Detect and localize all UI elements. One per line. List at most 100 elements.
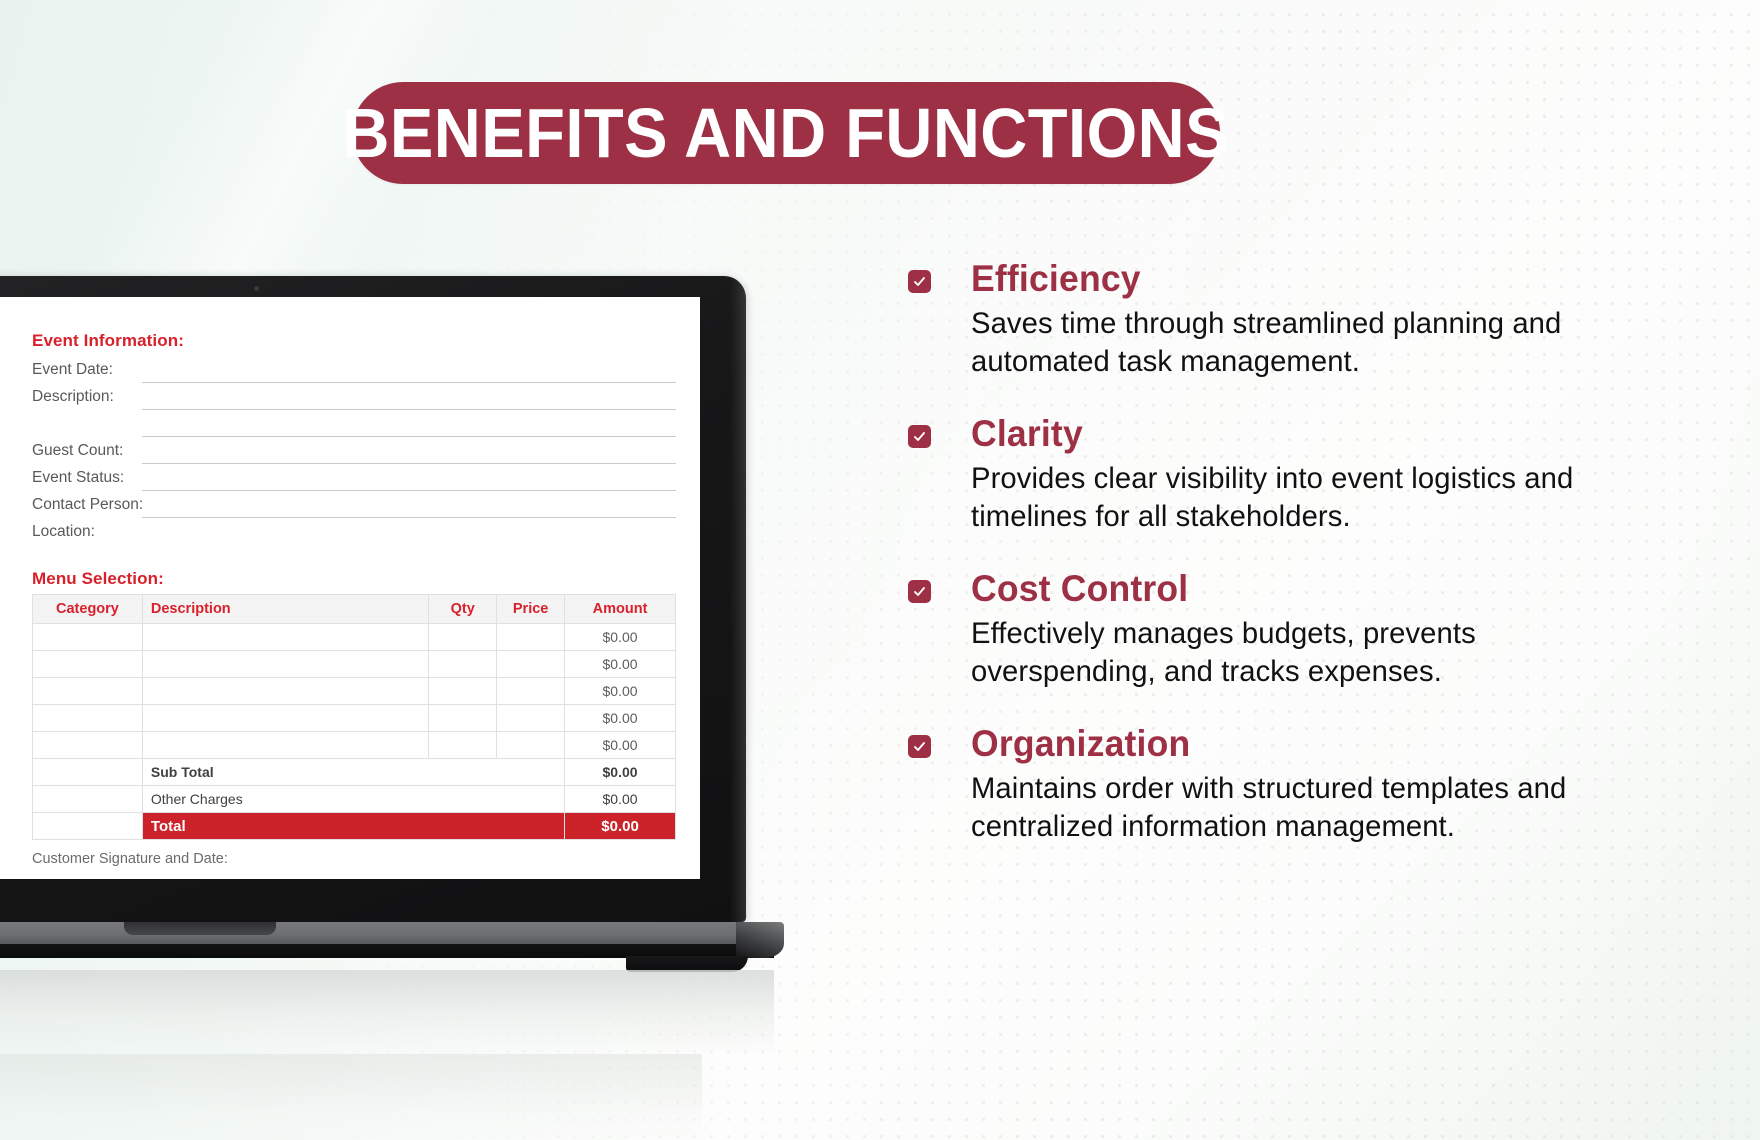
spacer-cell <box>32 758 143 786</box>
cell-description[interactable] <box>141 623 430 651</box>
benefit-item-efficiency: Efficiency Saves time through streamline… <box>898 258 1598 381</box>
cell-qty[interactable] <box>428 623 498 651</box>
benefit-description: Maintains order with structured template… <box>971 772 1567 843</box>
field-row-event-status: Event Status: <box>32 469 676 495</box>
benefit-description: Saves time through streamlined planning … <box>971 307 1562 379</box>
laptop-base-notch <box>124 922 276 935</box>
table-header: Category Description Qty Price Amount <box>32 594 676 624</box>
laptop-base-top <box>0 922 778 944</box>
spacer-cell <box>32 785 143 813</box>
cell-amount: $0.00 <box>564 731 676 759</box>
table-body: $0.00 $0.00 $0.00 $0.00 $0.00 Sub Total … <box>32 623 676 840</box>
cell-amount: $0.00 <box>564 650 676 678</box>
other-charges-value: $0.00 <box>564 785 676 813</box>
total-value: $0.00 <box>564 812 676 840</box>
cell-amount: $0.00 <box>564 677 676 705</box>
total-row: Total $0.00 <box>32 812 676 840</box>
cell-price[interactable] <box>496 677 566 705</box>
menu-selection-table: Category Description Qty Price Amount $0… <box>32 594 676 840</box>
field-underline[interactable] <box>142 490 676 491</box>
field-underline[interactable] <box>142 463 676 464</box>
field-label: Event Status: <box>32 469 125 486</box>
cell-category[interactable] <box>32 623 143 651</box>
check-icon[interactable] <box>908 579 931 603</box>
summary-row-subtotal: Sub Total $0.00 <box>32 758 676 786</box>
table-row[interactable]: $0.00 <box>32 704 676 732</box>
field-underline[interactable] <box>142 517 676 518</box>
benefit-item-clarity: Clarity Provides clear visibility into e… <box>898 413 1598 536</box>
field-label: Location: <box>32 523 95 540</box>
event-order-document: Event Information: Event Date: Descripti… <box>32 311 700 871</box>
table-row[interactable]: $0.00 <box>32 650 676 678</box>
laptop-reflection-lower <box>0 1054 702 1140</box>
field-row-description: Description: <box>32 388 676 414</box>
benefit-item-organization: Organization Maintains order with struct… <box>898 723 1598 846</box>
slide-canvas: BENEFITS AND FUNCTIONS Event Information… <box>0 0 1760 1140</box>
field-underline[interactable] <box>142 436 676 437</box>
cell-description[interactable] <box>141 677 430 705</box>
cell-qty[interactable] <box>428 704 498 732</box>
summary-row-other-charges: Other Charges $0.00 <box>32 785 676 813</box>
title-banner: BENEFITS AND FUNCTIONS <box>343 82 1229 184</box>
cell-price[interactable] <box>496 623 566 651</box>
field-underline[interactable] <box>142 382 676 383</box>
laptop-mockup: Event Information: Event Date: Descripti… <box>0 276 820 1140</box>
cell-qty[interactable] <box>428 650 498 678</box>
event-information-heading: Event Information: <box>32 331 184 350</box>
cell-category[interactable] <box>32 731 143 759</box>
subtotal-label: Sub Total <box>141 758 566 786</box>
benefit-item-cost-control: Cost Control Effectively manages budgets… <box>898 568 1598 691</box>
field-row-guest-count: Guest Count: <box>32 442 676 468</box>
check-icon[interactable] <box>908 424 931 448</box>
field-label: Description: <box>32 388 114 405</box>
table-row[interactable]: $0.00 <box>32 677 676 705</box>
column-header-description: Description <box>141 594 430 624</box>
field-row-event-date: Event Date: <box>32 361 676 387</box>
cell-description[interactable] <box>141 650 430 678</box>
cell-price[interactable] <box>496 731 566 759</box>
total-label: Total <box>141 812 566 840</box>
column-header-qty: Qty <box>428 594 498 624</box>
page-title: BENEFITS AND FUNCTIONS <box>342 94 1230 172</box>
cell-qty[interactable] <box>428 731 498 759</box>
column-header-amount: Amount <box>564 594 676 624</box>
benefit-title: Clarity <box>971 412 1083 454</box>
field-row-contact-person: Contact Person: <box>32 496 676 522</box>
spacer-cell <box>32 812 143 840</box>
cell-amount: $0.00 <box>564 623 676 651</box>
cell-category[interactable] <box>32 650 143 678</box>
table-row[interactable]: $0.00 <box>32 731 676 759</box>
field-label: Contact Person: <box>32 496 144 513</box>
table-row[interactable]: $0.00 <box>32 623 676 651</box>
benefit-description: Effectively manages budgets, prevents ov… <box>971 617 1476 689</box>
other-charges-label: Other Charges <box>141 785 566 813</box>
cell-description[interactable] <box>141 704 430 732</box>
cell-description[interactable] <box>141 731 430 759</box>
cell-category[interactable] <box>32 677 143 705</box>
webcam-icon <box>254 286 259 291</box>
benefits-list: Efficiency Saves time through streamline… <box>898 258 1598 846</box>
field-underline[interactable] <box>142 409 676 410</box>
field-row-location: Location: <box>32 523 676 549</box>
benefit-title: Cost Control <box>971 567 1189 609</box>
column-header-category: Category <box>32 594 143 624</box>
signature-label: Customer Signature and Date: <box>32 851 228 867</box>
menu-selection-heading: Menu Selection: <box>32 569 164 588</box>
cell-qty[interactable] <box>428 677 498 705</box>
field-label: Guest Count: <box>32 442 124 459</box>
table-header-row: Category Description Qty Price Amount <box>32 594 676 624</box>
cell-category[interactable] <box>32 704 143 732</box>
field-label: Event Date: <box>32 361 113 378</box>
laptop-reflection <box>0 970 774 1054</box>
cell-price[interactable] <box>496 704 566 732</box>
benefit-title: Efficiency <box>971 258 1141 299</box>
check-icon[interactable] <box>908 734 931 758</box>
column-header-price: Price <box>496 594 566 624</box>
field-row-description-cont <box>32 415 676 441</box>
cell-price[interactable] <box>496 650 566 678</box>
bezel-highlight <box>730 276 746 922</box>
check-icon[interactable] <box>908 270 931 293</box>
benefit-title: Organization <box>971 722 1191 764</box>
benefit-description: Provides clear visibility into event log… <box>971 462 1574 534</box>
cell-amount: $0.00 <box>564 704 676 732</box>
